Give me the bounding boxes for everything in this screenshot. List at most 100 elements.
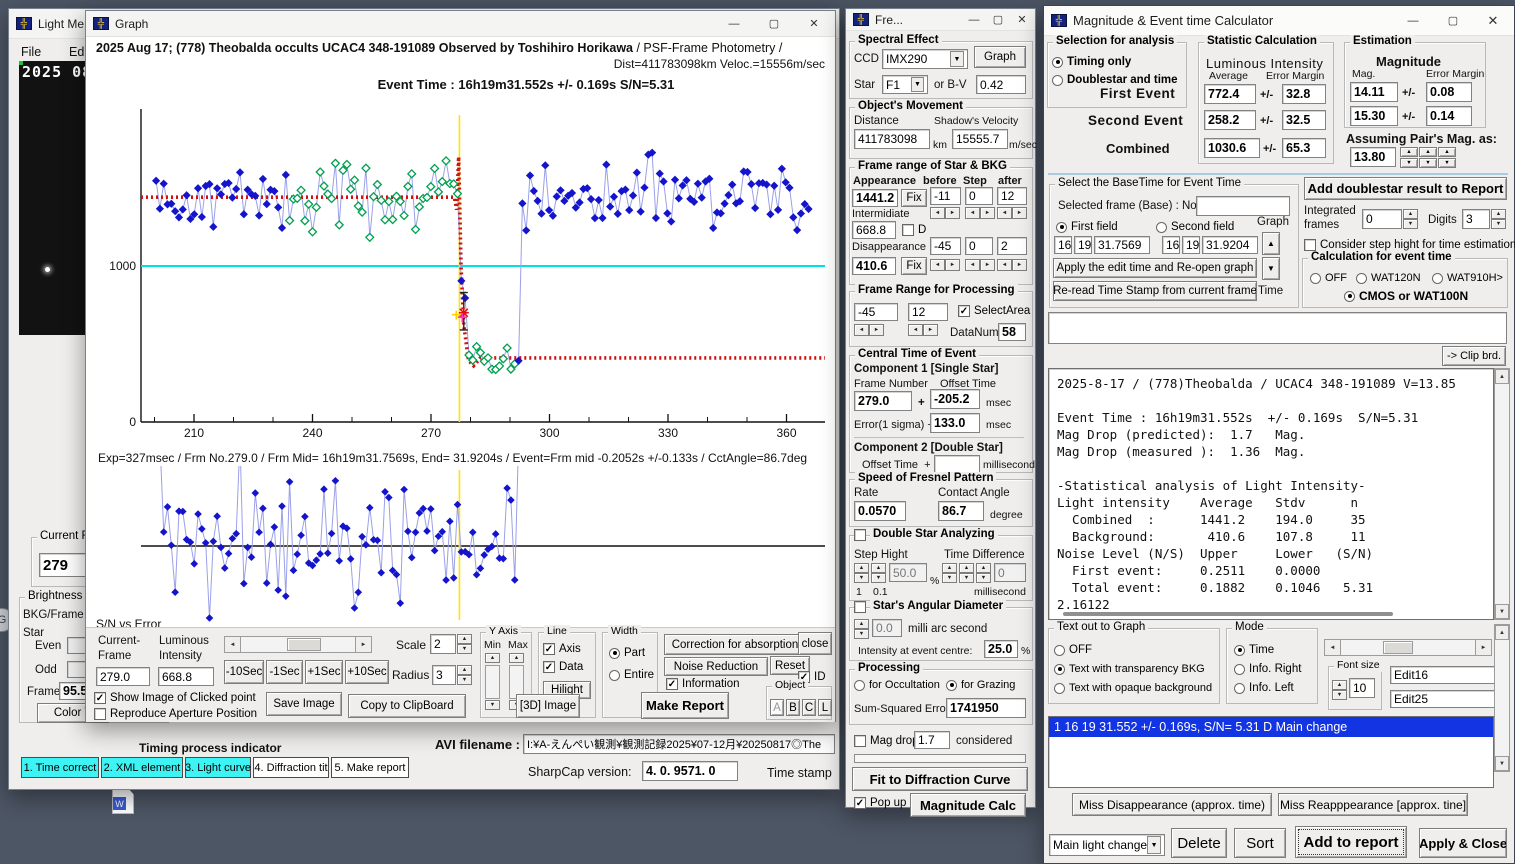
error-sigma-field[interactable]: 133.0	[930, 413, 980, 433]
magdrop-field[interactable]: 1.7	[914, 731, 950, 749]
close-icon[interactable]: ✕	[794, 11, 834, 36]
second-mag-field[interactable]: 15.30	[1350, 106, 1398, 126]
dis-before-field[interactable]: -45	[930, 237, 961, 255]
timediff-stepper-2[interactable]: ▲ ▼	[959, 563, 974, 583]
second-field-radio[interactable]: Second field	[1156, 221, 1234, 233]
timing-only-radio[interactable]: Timing only	[1052, 56, 1131, 68]
time1-m[interactable]: 19	[1074, 236, 1092, 254]
event-type-combo[interactable]: Main light change ▼	[1049, 834, 1165, 856]
integrated-stepper[interactable]: ▲ ▼	[1403, 209, 1418, 229]
digits-field[interactable]: 3	[1462, 209, 1490, 229]
chevron-down-icon[interactable]: ▼	[911, 77, 924, 92]
object-a-button[interactable]: A	[770, 699, 784, 716]
scroll-right-icon[interactable]: ►	[355, 637, 371, 652]
close-icon[interactable]: ✕	[1473, 6, 1513, 35]
wat910h-radio[interactable]: WAT910H>	[1432, 272, 1503, 284]
off-radio[interactable]: OFF	[1310, 272, 1347, 284]
clipboard-button[interactable]: -> Clip brd.	[1442, 346, 1506, 366]
assuming-field[interactable]: 13.80	[1350, 147, 1396, 167]
frame-number-field[interactable]: 279.0	[854, 391, 912, 411]
maximize-icon[interactable]: ▢	[1433, 6, 1473, 35]
time2-m[interactable]: 19	[1182, 236, 1200, 254]
make-report-button[interactable]: Make Report	[641, 692, 729, 719]
dis-after-spinner[interactable]: ◄ ►	[997, 259, 1027, 271]
step-hight-stepper-1[interactable]: ▲ ▼	[854, 563, 869, 583]
magdrop-checkbox[interactable]: Mag drop	[854, 735, 919, 747]
first-field-radio[interactable]: First field	[1056, 221, 1118, 233]
frame-scrollbar[interactable]: ◄ ►	[224, 636, 372, 653]
avi-filename-field[interactable]: I:¥A-えんぺい観測¥観測記録2025¥07-12月¥20250817◎The	[523, 734, 835, 754]
minimize-icon[interactable]: —	[714, 11, 754, 36]
edit25-field[interactable]: Edit25	[1390, 690, 1504, 708]
scale-value[interactable]: 2	[430, 634, 456, 654]
first-mag-err-field[interactable]: 0.08	[1426, 82, 1472, 102]
plus-10sec-button[interactable]: +10Sec	[345, 660, 389, 684]
residual-plot[interactable]	[94, 466, 830, 624]
cmos-radio[interactable]: CMOS or WAT100N	[1344, 289, 1468, 303]
angular-stepper[interactable]: ▲ ▼	[854, 619, 869, 639]
scroll-up-icon[interactable]: ▲	[1495, 369, 1509, 384]
time1-s[interactable]: 31.7569	[1094, 236, 1150, 254]
contact-angle-field[interactable]: 86.7	[938, 501, 984, 521]
delete-button[interactable]: Delete	[1171, 828, 1227, 858]
scroll-down-icon[interactable]: ▼	[1495, 756, 1509, 771]
datanum-field[interactable]: 58	[998, 323, 1026, 341]
calc-titlebar[interactable]: ╬ Magnitude & Event time Calculator — ▢ …	[1044, 6, 1514, 36]
second-mag-err-field[interactable]: 0.14	[1426, 106, 1472, 126]
miss-reappearance-button[interactable]: Miss Reapppearance [approx. tine]	[1278, 793, 1468, 816]
result-row-selected[interactable]: 1 16 19 31.552 +/- 0.169s, S/N= 5.31 D M…	[1049, 717, 1493, 737]
result-listbox[interactable]: 1 16 19 31.552 +/- 0.169s, S/N= 5.31 D M…	[1048, 716, 1494, 788]
scroll-up-icon[interactable]: ▲	[1495, 625, 1509, 640]
time-down-button[interactable]: ▼	[1262, 257, 1280, 280]
d-checkbox[interactable]: D	[902, 224, 926, 236]
maximize-icon[interactable]: ▢	[986, 9, 1010, 30]
timediff-field[interactable]: 0	[994, 563, 1026, 582]
ymin-up[interactable]: ▲	[485, 653, 500, 663]
grazing-radio[interactable]: for Grazing	[946, 679, 1015, 691]
velocity-field[interactable]: 15555.7	[952, 129, 1008, 149]
first-mag-field[interactable]: 14.11	[1350, 82, 1398, 102]
close-icon[interactable]: ✕	[1010, 9, 1034, 30]
rate-field[interactable]: 0.0570	[854, 501, 906, 521]
mode-info-right-radio[interactable]: Info. Right	[1234, 663, 1301, 675]
selectarea-checkbox[interactable]: ✓ SelectArea	[958, 305, 1030, 317]
scroll-left-icon[interactable]: ◄	[225, 637, 241, 652]
angular-field[interactable]: 0.0	[872, 619, 902, 637]
data-checkbox[interactable]: ✓ Data	[543, 661, 583, 673]
dis-before-spinner[interactable]: ◄ ►	[930, 259, 960, 271]
doublestar-time-radio[interactable]: Doublestar and time	[1052, 74, 1178, 86]
luminous-value[interactable]: 668.8	[158, 667, 214, 686]
light-curve-plot[interactable]: 210 240 270 300 330 360 0 1000	[94, 101, 830, 449]
minus-10sec-button[interactable]: -10Sec	[224, 660, 264, 684]
current-frame-value[interactable]: 279.0	[96, 667, 150, 686]
chevron-down-icon[interactable]: ▼	[950, 51, 964, 67]
selected-frame-field[interactable]	[1196, 196, 1290, 216]
fix-disappearance-button[interactable]: Fix	[901, 257, 927, 275]
miss-disappearance-button[interactable]: Miss Disappearance (approx. time)	[1072, 793, 1272, 816]
information-checkbox[interactable]: ✓ Information	[666, 678, 740, 690]
after-spinner[interactable]: ◄ ►	[997, 207, 1027, 219]
minus-1sec-button[interactable]: -1Sec	[266, 660, 303, 684]
second-err-field[interactable]: 32.5	[1282, 110, 1326, 130]
graph-pos-scrollbar[interactable]: ◄ ►	[1324, 639, 1492, 656]
step-hight-field[interactable]: 50.0	[889, 563, 927, 582]
combined-err-field[interactable]: 65.3	[1282, 138, 1326, 158]
show-image-checkbox[interactable]: ✓ Show Image of Clicked point	[94, 692, 256, 704]
axis-checkbox[interactable]: ✓ Axis	[543, 643, 581, 655]
graph-titlebar[interactable]: ╬ Graph — ▢ ✕	[86, 11, 835, 37]
magnitude-calc-button[interactable]: Magnitude Calc	[910, 793, 1026, 817]
ymax-up[interactable]: ▲	[509, 653, 524, 663]
step-field[interactable]: 0	[965, 187, 993, 205]
copy-clipboard-button[interactable]: Copy to ClipBoard	[348, 694, 466, 718]
reproduce-aperture-checkbox[interactable]: Reproduce Aperture Position	[94, 708, 257, 720]
textout-off-radio[interactable]: OFF	[1054, 644, 1092, 656]
first-avg-field[interactable]: 772.4	[1204, 84, 1256, 104]
occultation-radio[interactable]: for Occultation	[854, 679, 940, 691]
sort-button[interactable]: Sort	[1234, 828, 1286, 858]
minimize-icon[interactable]: —	[962, 9, 986, 30]
settings-titlebar[interactable]: ╬ Fre... — ▢ ✕	[846, 9, 1035, 31]
double-star-checkbox[interactable]	[854, 529, 866, 541]
combined-avg-field[interactable]: 1030.6	[1204, 138, 1260, 158]
apply-edit-time-button[interactable]: Apply the edit time and Re-open graph	[1053, 258, 1257, 278]
object-c-button[interactable]: C	[802, 699, 816, 716]
